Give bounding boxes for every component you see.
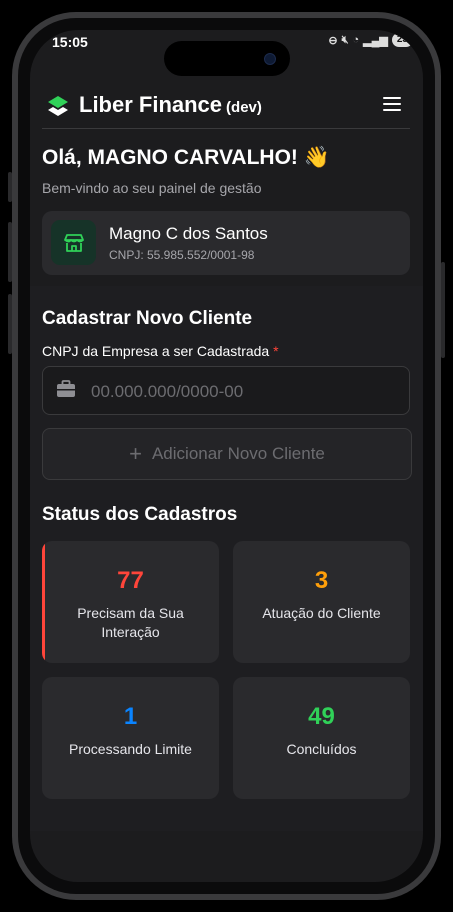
- status-count-client-action: 3: [314, 567, 329, 594]
- store-icon: [51, 220, 96, 265]
- briefcase-icon: [57, 380, 75, 397]
- header-divider: [42, 128, 410, 129]
- status-label-client-action: Atuação do Cliente: [262, 605, 381, 621]
- brand-name: Liber Finance: [79, 92, 223, 117]
- power-button: [441, 262, 445, 358]
- status-time: 15:05: [52, 34, 88, 50]
- cnpj-input-wrapper: [42, 366, 410, 416]
- cnpj-label-text: CNPJ da Empresa a ser Cadastrada: [42, 343, 270, 359]
- status-card-interaction[interactable]: 77 Precisam da Sua Interação: [42, 541, 219, 663]
- status-card-completed[interactable]: 49 Concluídos: [233, 677, 410, 799]
- status-label-completed: Concluídos: [286, 741, 357, 757]
- status-icons: ⊖ 🔇︎ ◔ ▂▄▆ 23: [328, 33, 413, 47]
- volume-down-button: [8, 294, 12, 354]
- camera-icon: [264, 53, 276, 65]
- env-badge: (dev): [226, 99, 262, 116]
- status-label-interaction: Precisam da Sua Interação: [77, 605, 184, 640]
- action-button: [8, 172, 12, 202]
- brand-title: Liber Finance (dev): [79, 92, 262, 118]
- add-client-button[interactable]: + Adicionar Novo Cliente: [42, 428, 412, 480]
- register-title: Cadastrar Novo Cliente: [42, 308, 253, 329]
- status-count-interaction: 77: [117, 567, 144, 594]
- wifi-icon: ◔: [352, 34, 360, 46]
- cnpj-field-label: CNPJ da Empresa a ser Cadastrada *: [42, 343, 279, 359]
- required-mark: *: [273, 343, 279, 359]
- mute-icon: 🔇︎: [341, 33, 349, 46]
- status-count-completed: 49: [308, 703, 335, 730]
- battery-icon: 23: [391, 33, 413, 47]
- add-client-label: Adicionar Novo Cliente: [151, 444, 325, 463]
- app-screen: 15:05 ⊖ 🔇︎ ◔ ▂▄▆ 23 Liber Finance (dev) O…: [30, 30, 423, 882]
- volume-up-button: [8, 222, 12, 282]
- company-cnpj: CNPJ: 55.985.552/0001-98: [109, 248, 255, 262]
- status-count-processing: 1: [123, 703, 138, 730]
- dnd-icon: ⊖: [328, 34, 338, 47]
- logo-icon: [48, 96, 68, 116]
- plus-icon: +: [129, 441, 142, 466]
- signal-icon: ▂▄▆: [363, 34, 388, 47]
- cnpj-input[interactable]: [89, 367, 403, 416]
- company-name: Magno C dos Santos: [109, 224, 268, 243]
- status-title: Status dos Cadastros: [42, 504, 238, 525]
- register-section: Cadastrar Novo Cliente CNPJ da Empresa a…: [30, 286, 423, 831]
- company-card: Magno C dos Santos CNPJ: 55.985.552/0001…: [42, 211, 410, 275]
- greeting-title: Olá, MAGNO CARVALHO! 👋: [42, 146, 330, 169]
- status-label-processing: Processando Limite: [69, 741, 192, 757]
- menu-icon[interactable]: [383, 97, 401, 111]
- status-card-client-action[interactable]: 3 Atuação do Cliente: [233, 541, 410, 663]
- greeting-subtitle: Bem-vindo ao seu painel de gestão: [42, 180, 262, 196]
- status-card-processing[interactable]: 1 Processando Limite: [42, 677, 219, 799]
- app-header: Liber Finance (dev): [30, 78, 423, 128]
- dynamic-island: [164, 41, 290, 76]
